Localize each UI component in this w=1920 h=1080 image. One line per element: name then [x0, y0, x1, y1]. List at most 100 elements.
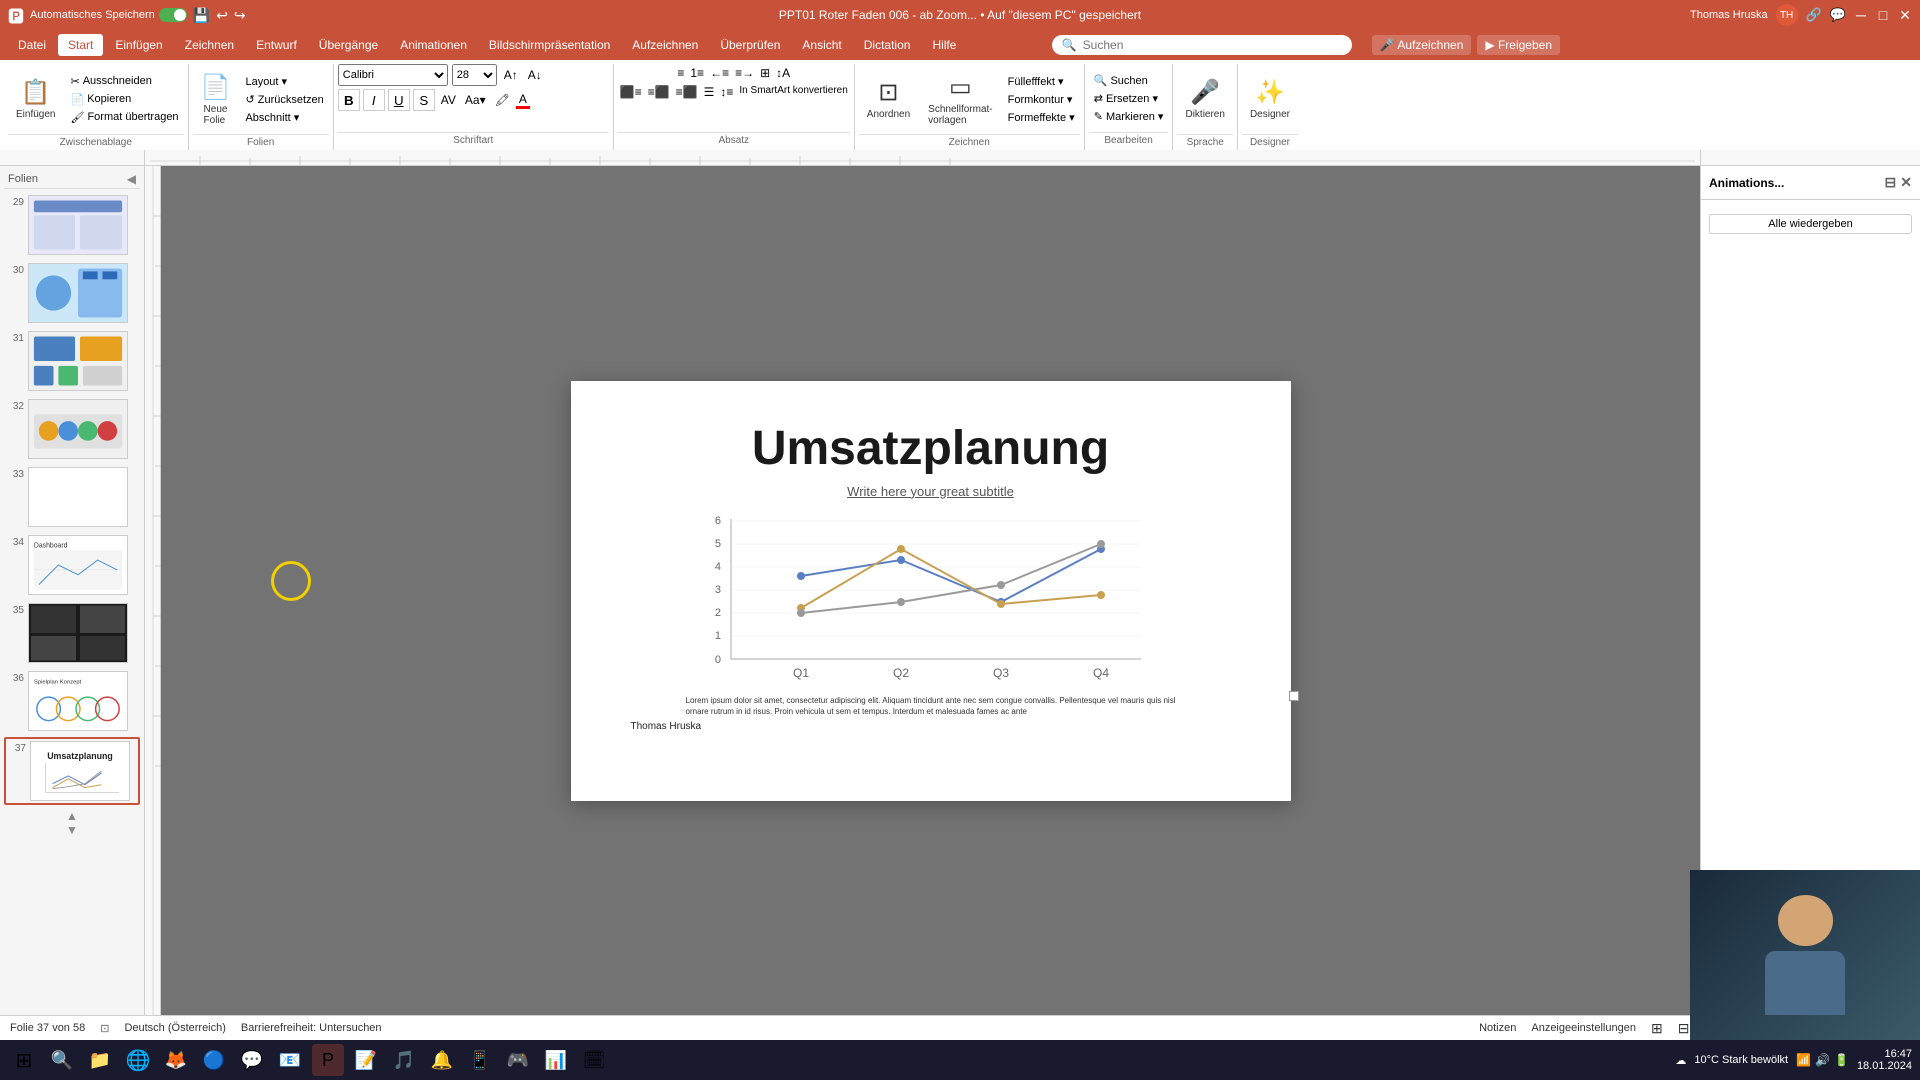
btn-designer[interactable]: ✨ Designer [1242, 64, 1298, 134]
taskbar-media-btn[interactable]: 🎵 [388, 1044, 420, 1076]
search-input[interactable] [1083, 38, 1342, 52]
btn-ausschneiden[interactable]: ✂ Ausschneiden [65, 73, 183, 90]
taskbar-search-btn[interactable]: 🔍 [46, 1044, 78, 1076]
font-grow-btn[interactable]: A↑ [501, 67, 521, 83]
view-sorter-btn[interactable]: ⊟ [1678, 1020, 1690, 1037]
btn-einfuegen[interactable]: 📋 Einfügen [8, 64, 63, 134]
redo-icon[interactable]: ↪ [234, 7, 246, 24]
slide-item-30[interactable]: 30 [4, 261, 140, 325]
btn-fuellung[interactable]: Füllefffekt ▾ [1003, 73, 1080, 90]
btn-schnellformate[interactable]: ▭ Schnellformat-vorlagen [920, 64, 1000, 134]
play-all-btn[interactable]: Alle wiedergeben [1709, 214, 1912, 234]
btn-neue-folie[interactable]: 📄 NeueFolie [193, 64, 239, 134]
list-bullet-btn[interactable]: ≡ [675, 64, 686, 82]
taskbar-firefox-btn[interactable]: 🦊 [160, 1044, 192, 1076]
animations-collapse-btn[interactable]: ⊟ [1885, 174, 1897, 191]
share-icon[interactable]: 🔗 [1806, 7, 1822, 23]
slide-title[interactable]: Umsatzplanung [752, 421, 1109, 476]
taskbar-app3-btn[interactable]: 📱 [464, 1044, 496, 1076]
taskbar-onenote-btn[interactable]: 📝 [350, 1044, 382, 1076]
slide-item-37[interactable]: 37 Umsatzplanung [4, 737, 140, 805]
indent-less-btn[interactable]: ←≡ [708, 64, 731, 82]
search-box[interactable]: 🔍 [1052, 35, 1352, 55]
slide-item-35[interactable]: 35 [4, 601, 140, 665]
menu-aufzeichnen[interactable]: Aufzeichnen [622, 34, 708, 56]
char-spacing-btn[interactable]: AV [438, 93, 459, 107]
smartart-btn[interactable]: In SmartArt konvertieren [737, 83, 849, 101]
btn-effekte[interactable]: Formeffekte ▾ [1003, 109, 1080, 126]
view-normal-btn[interactable]: ⊞ [1651, 1020, 1663, 1037]
menu-uebergaenge[interactable]: Übergänge [309, 34, 388, 56]
menu-start[interactable]: Start [58, 34, 103, 56]
menu-ansicht[interactable]: Ansicht [792, 34, 851, 56]
align-center-btn[interactable]: ≡⬛ [646, 83, 672, 101]
btn-rahmen[interactable]: Formkontur ▾ [1003, 91, 1080, 108]
animations-close-btn[interactable]: ✕ [1900, 174, 1912, 191]
menu-dictation[interactable]: Dictation [854, 34, 921, 56]
taskbar-app4-btn[interactable]: 🎮 [502, 1044, 534, 1076]
selection-handle[interactable] [1289, 691, 1299, 701]
taskbar-start-btn[interactable]: ⊞ [8, 1044, 40, 1076]
slide-item-32[interactable]: 32 [4, 397, 140, 461]
highlight-btn[interactable]: 🖍 [492, 93, 513, 107]
align-right-btn[interactable]: ≡⬛ [674, 83, 700, 101]
menu-animationen[interactable]: Animationen [390, 34, 477, 56]
comments-icon[interactable]: 💬 [1830, 7, 1846, 23]
scroll-up-btn[interactable]: ▲ [66, 809, 78, 823]
accessibility-indicator[interactable]: Barrierefreiheit: Untersuchen [241, 1022, 382, 1034]
slide-item-31[interactable]: 31 [4, 329, 140, 393]
clock[interactable]: 16:47 18.01.2024 [1857, 1048, 1912, 1072]
present-btn[interactable]: ▶ Freigeben [1477, 35, 1560, 55]
scroll-down-btn[interactable]: ▼ [66, 823, 78, 837]
slide-item-33[interactable]: 33 [4, 465, 140, 529]
slide-item-29[interactable]: 29 [4, 193, 140, 257]
list-number-btn[interactable]: 1≡ [688, 64, 706, 82]
btn-format[interactable]: 🖌 Format übertragen [65, 109, 183, 126]
slide-item-34[interactable]: 34 Dashboard [4, 533, 140, 597]
panel-collapse-btn[interactable]: ◀ [127, 172, 136, 186]
menu-datei[interactable]: Datei [8, 34, 56, 56]
menu-hilfe[interactable]: Hilfe [922, 34, 966, 56]
font-color-btn[interactable]: A [516, 92, 530, 109]
taskbar-outlook-btn[interactable]: 📧 [274, 1044, 306, 1076]
indent-more-btn[interactable]: ≡→ [733, 64, 756, 82]
taskbar-files-btn[interactable]: 📁 [84, 1044, 116, 1076]
font-family-select[interactable]: Calibri [338, 64, 448, 86]
italic-btn[interactable]: I [363, 89, 385, 111]
record-btn[interactable]: 🎤 Aufzeichnen [1372, 35, 1472, 55]
menu-zeichnen[interactable]: Zeichnen [175, 34, 244, 56]
taskbar-powerpoint-btn[interactable]: P [312, 1044, 344, 1076]
btn-layout[interactable]: Layout ▾ [240, 73, 328, 90]
btn-kopieren[interactable]: 📄 Kopieren [65, 91, 183, 108]
system-tray[interactable]: 📶 🔊 🔋 [1796, 1053, 1849, 1067]
btn-diktieren[interactable]: 🎤 Diktieren [1177, 64, 1232, 134]
language-indicator[interactable]: Deutsch (Österreich) [124, 1022, 225, 1034]
maximize-btn[interactable]: □ [1876, 8, 1890, 22]
menu-bildschirm[interactable]: Bildschirmpräsentation [479, 34, 620, 56]
menu-ueberpruefen[interactable]: Überprüfen [710, 34, 790, 56]
underline-btn[interactable]: U [388, 89, 410, 111]
btn-anordnen[interactable]: ⊡ Anordnen [859, 64, 918, 134]
slide-settings-btn[interactable]: Anzeigeeinstellungen [1531, 1022, 1636, 1034]
btn-markieren[interactable]: ✎ Markieren ▾ [1089, 108, 1169, 125]
font-case-btn[interactable]: Aa▾ [462, 93, 489, 107]
bold-btn[interactable]: B [338, 89, 360, 111]
taskbar-app5-btn[interactable]: 🗓 [578, 1044, 610, 1076]
text-direction-btn[interactable]: ↕A [774, 64, 792, 82]
taskbar-app2-btn[interactable]: 🔔 [426, 1044, 458, 1076]
align-left-btn[interactable]: ⬛≡ [618, 83, 644, 101]
taskbar-chrome-btn[interactable]: 🔵 [198, 1044, 230, 1076]
btn-suchen[interactable]: 🔍 Suchen [1089, 72, 1169, 89]
font-size-select[interactable]: 28 [452, 64, 497, 86]
save-icon[interactable]: 💾 [193, 7, 210, 24]
menu-einfuegen[interactable]: Einfügen [105, 34, 172, 56]
column-btn[interactable]: ⊞ [758, 64, 772, 82]
font-shrink-btn[interactable]: A↓ [525, 67, 545, 83]
slide-subtitle[interactable]: Write here your great subtitle [847, 484, 1014, 499]
menu-entwurf[interactable]: Entwurf [246, 34, 307, 56]
taskbar-excel-btn[interactable]: 📊 [540, 1044, 572, 1076]
slide-item-36[interactable]: 36 Spielplan Konzept [4, 669, 140, 733]
taskbar-edge-btn[interactable]: 🌐 [122, 1044, 154, 1076]
close-btn[interactable]: ✕ [1898, 8, 1912, 22]
undo-icon[interactable]: ↩ [216, 7, 228, 24]
